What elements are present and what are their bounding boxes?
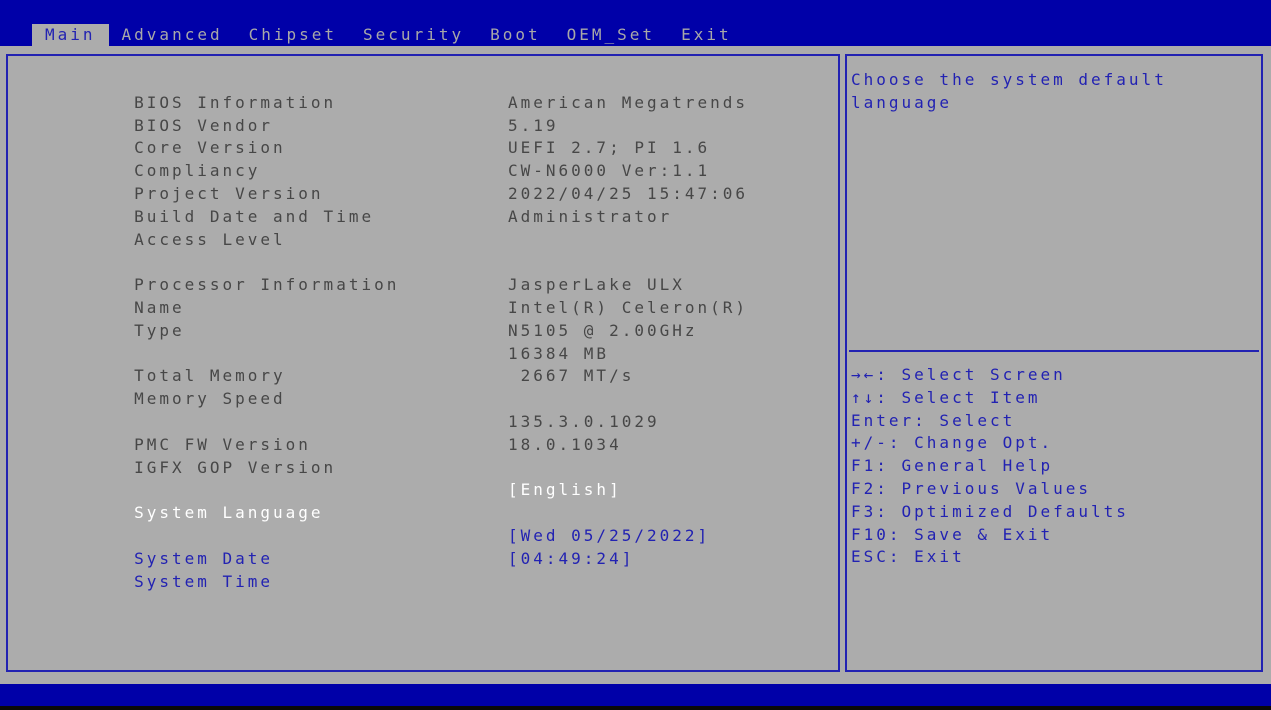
menu-bar: Main Advanced Chipset Security Boot OEM_… bbox=[0, 24, 1271, 46]
tab-chipset[interactable]: Chipset bbox=[236, 24, 350, 46]
row-value: 2022/04/25 15:47:06 bbox=[508, 183, 749, 203]
row-memory-speed: Memory Speed 2667 MT/s bbox=[33, 365, 838, 408]
row-system-language[interactable]: System Language [English] bbox=[33, 479, 838, 522]
main-pane: BIOS Information BIOS Vendor American Me… bbox=[6, 54, 840, 672]
row-value: 5.19 bbox=[508, 115, 559, 135]
row-value: [04:49:24] bbox=[508, 548, 635, 568]
hint-select-item: ↑↓: Select Item bbox=[851, 387, 1041, 407]
row-project-version: Project Version CW-N6000 Ver:1.1 bbox=[33, 160, 838, 203]
row-value: American Megatrends bbox=[508, 92, 749, 112]
row-compliancy: Compliancy UEFI 2.7; PI 1.6 bbox=[33, 137, 838, 180]
title-bar: Aptio Setup - AMI bbox=[0, 0, 1271, 45]
row-system-time[interactable]: System Time [04:49:24] bbox=[33, 548, 838, 591]
row-value: UEFI 2.7; PI 1.6 bbox=[508, 138, 711, 158]
tab-main[interactable]: Main bbox=[32, 24, 109, 46]
help-pane-divider bbox=[849, 350, 1259, 352]
row-processor-type-cont: N5105 @ 2.00GHz bbox=[33, 320, 838, 343]
row-core-version: Core Version 5.19 bbox=[33, 115, 838, 158]
row-build-date-time: Build Date and Time 2022/04/25 15:47:06 bbox=[33, 183, 838, 226]
row-bios-information: BIOS Information bbox=[33, 69, 838, 112]
tab-boot[interactable]: Boot bbox=[477, 24, 554, 46]
row-igfx-gop-version: IGFX GOP Version 18.0.1034 bbox=[33, 434, 838, 477]
row-label: System Time bbox=[134, 571, 274, 591]
tab-advanced[interactable]: Advanced bbox=[109, 24, 236, 46]
row-system-date[interactable]: System Date [Wed 05/25/2022] bbox=[33, 525, 838, 568]
row-value: 2667 MT/s bbox=[508, 366, 635, 386]
row-value: Intel(R) Celeron(R) bbox=[508, 297, 749, 317]
row-pmc-fw-version: PMC FW Version 135.3.0.1029 bbox=[33, 411, 838, 454]
tab-oem-set[interactable]: OEM_Set bbox=[554, 24, 668, 46]
hint-esc-exit: ESC: Exit bbox=[851, 547, 965, 567]
row-processor-type: Type Intel(R) Celeron(R) bbox=[33, 297, 838, 340]
row-spacer bbox=[33, 502, 838, 525]
row-value: Administrator bbox=[508, 206, 673, 226]
hint-optimized-defaults: F3: Optimized Defaults bbox=[851, 501, 1129, 521]
row-bios-vendor: BIOS Vendor American Megatrends bbox=[33, 92, 838, 135]
main-pane-rows: BIOS Information BIOS Vendor American Me… bbox=[8, 56, 838, 591]
row-spacer bbox=[33, 388, 838, 411]
row-value: CW-N6000 Ver:1.1 bbox=[508, 161, 711, 181]
bottom-black-strip bbox=[0, 706, 1271, 710]
row-value: [Wed 05/25/2022] bbox=[508, 525, 711, 545]
row-value: JasperLake ULX bbox=[508, 275, 685, 295]
hint-enter-select: Enter: Select bbox=[851, 410, 1016, 430]
row-spacer bbox=[33, 229, 838, 252]
bios-setup-screen: Aptio Setup - AMI Main Advanced Chipset … bbox=[0, 0, 1271, 710]
row-processor-name: Name JasperLake ULX bbox=[33, 274, 838, 317]
help-text-line: Choose the system default bbox=[851, 70, 1167, 89]
row-value: 135.3.0.1029 bbox=[508, 411, 660, 431]
tab-exit[interactable]: Exit bbox=[668, 24, 745, 46]
hint-save-exit: F10: Save & Exit bbox=[851, 524, 1054, 544]
tab-security[interactable]: Security bbox=[350, 24, 477, 46]
hint-select-screen: →←: Select Screen bbox=[851, 365, 1066, 384]
hint-change-opt: +/-: Change Opt. bbox=[851, 433, 1054, 453]
row-access-level: Access Level Administrator bbox=[33, 206, 838, 249]
row-value: 16384 MB bbox=[508, 343, 610, 363]
row-processor-information: Processor Information bbox=[33, 251, 838, 294]
row-value: N5105 @ 2.00GHz bbox=[508, 320, 698, 340]
row-value: [English] bbox=[508, 480, 622, 500]
hint-previous-values: F2: Previous Values bbox=[851, 478, 1092, 498]
hint-general-help: F1: General Help bbox=[851, 456, 1054, 476]
key-hints: →←: Select Screen ↑↓: Select Item Enter:… bbox=[851, 364, 1129, 569]
help-text: Choose the system default language bbox=[847, 56, 1261, 115]
version-bar: Version 2.22.1282 Copyright (C) 2022 AMI bbox=[0, 684, 1271, 710]
row-value: 18.0.1034 bbox=[508, 434, 622, 454]
help-pane: Choose the system default language →←: S… bbox=[845, 54, 1263, 672]
help-text-line: language bbox=[851, 92, 953, 112]
row-total-memory: Total Memory 16384 MB bbox=[33, 343, 838, 386]
row-spacer bbox=[33, 457, 838, 480]
